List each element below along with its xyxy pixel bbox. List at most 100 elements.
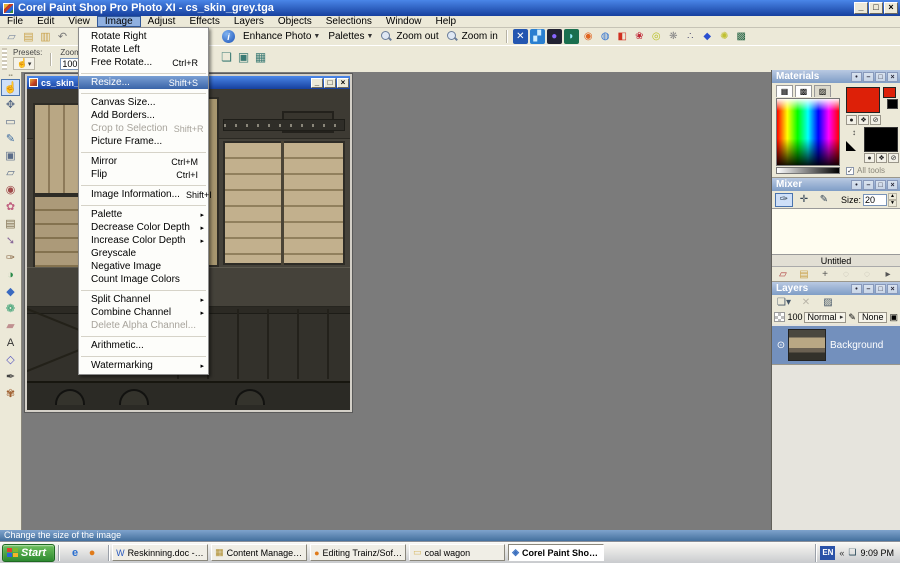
doc-minimize-button[interactable]: _ [311,78,323,88]
menu-image-information[interactable]: Image Information... Shift+I [79,188,208,201]
menubar-window[interactable]: Window [379,16,429,27]
quick-launch-firefox[interactable]: ● [85,546,99,560]
edit-selection-icon[interactable]: ▨ [821,296,835,309]
paint-brush-tool[interactable]: ✑ [1,249,20,266]
menubar-file[interactable]: File [0,16,30,27]
spin-up-icon[interactable]: ▲ [888,193,897,200]
menu-free-rotate[interactable]: Free Rotate... Ctrl+R [79,56,208,69]
move-tool[interactable]: ✥ [1,96,20,113]
menu-flip[interactable]: Flip Ctrl+I [79,168,208,181]
transparent-style-button[interactable]: ⊘ [870,115,881,125]
transparent-style-button[interactable]: ⊘ [888,153,899,163]
mixer-more-icon[interactable]: ▸ [882,268,894,280]
effect-icon-9[interactable]: ◎ [649,29,664,44]
arrange-window-icon-3[interactable]: ▦ [253,49,268,64]
background-color-swatch[interactable] [864,127,898,152]
color-style-button[interactable]: ● [846,115,857,125]
doc-close-button[interactable]: × [337,78,349,88]
task-corel-psp[interactable]: ◈ Corel Paint Shop Pro ... [508,544,604,561]
selection-tool[interactable]: ▭ [1,113,20,130]
mixer-unmix-icon[interactable]: ◌ [840,268,852,280]
task-editing-trainz[interactable]: ● Editing Trainz/Software ... [310,544,406,561]
new-layer-icon[interactable]: ❏▾ [777,296,791,309]
menu-combine-channel[interactable]: Combine Channel ▸ [79,306,208,319]
menubar-effects[interactable]: Effects [182,16,226,27]
language-indicator[interactable]: EN [820,546,835,560]
quick-launch-ie[interactable]: e [68,546,82,560]
menu-arithmetic[interactable]: Arithmetic... [79,339,208,352]
palette-close-button[interactable]: × [887,284,898,294]
zoom-out-button[interactable]: Zoom out [377,30,442,43]
eraser-tool[interactable]: ▰ [1,317,20,334]
effect-icon-1[interactable]: ✕ [513,29,528,44]
color-changer-tool[interactable]: ◑ [1,266,20,283]
lock-icon[interactable]: ▣ [889,312,898,323]
start-button[interactable]: Start [2,544,55,562]
mixer-add-icon[interactable]: + [819,268,831,280]
menu-greyscale[interactable]: Greyscale [79,247,208,260]
doc-restore-button[interactable]: □ [324,78,336,88]
mixer-knife-tool[interactable]: ✛ [795,193,813,207]
menu-palette[interactable]: Palette ▸ [79,208,208,221]
menu-canvas-size[interactable]: Canvas Size... [79,96,208,109]
menu-split-channel[interactable]: Split Channel ▸ [79,293,208,306]
palette-grip[interactable] [2,48,7,70]
delete-layer-icon[interactable]: ✕ [799,296,813,309]
menu-watermarking[interactable]: Watermarking ▸ [79,359,208,372]
presets-dropdown[interactable]: ☝ ▾ [13,57,35,70]
swap-colors-icon[interactable]: ↕ [852,128,856,137]
menu-resize[interactable]: Resize... Shift+S [79,76,208,89]
menubar-view[interactable]: View [61,16,97,27]
palette-minimize-button[interactable]: – [863,180,874,190]
picture-tube-tool[interactable]: ❁ [1,300,20,317]
menubar-image[interactable]: Image [97,16,141,27]
menu-count-image-colors[interactable]: Count Image Colors [79,273,208,286]
palette-maximize-button[interactable]: □ [875,180,886,190]
menu-add-borders[interactable]: Add Borders... [79,109,208,122]
pan-tool[interactable]: ☝ [1,79,20,96]
mixer-new-page-icon[interactable]: ▱ [777,268,789,280]
menu-crop-to-selection[interactable]: Crop to Selection Shift+R [79,122,208,135]
mixer-open-icon[interactable]: ▤ [798,268,810,280]
new-file-icon[interactable]: ▱ [4,29,19,44]
menu-mirror[interactable]: Mirror Ctrl+M [79,155,208,168]
mixer-dropper-tool[interactable]: ✎ [815,193,833,207]
gradient-style-button[interactable]: ❖ [858,115,869,125]
effect-icon-8[interactable]: ❀ [632,29,647,44]
dropper-tool[interactable]: ✎ [1,130,20,147]
palette-maximize-button[interactable]: □ [875,284,886,294]
mixer-size-input[interactable] [863,194,887,206]
palette-pin-button[interactable]: • [851,72,862,82]
mixer-remix-icon[interactable]: ◌ [861,268,873,280]
clone-brush-tool[interactable]: ▤ [1,215,20,232]
menubar-selections[interactable]: Selections [319,16,379,27]
warp-brush-tool[interactable]: ✾ [1,385,20,402]
effect-icon-13[interactable]: ✺ [717,29,732,44]
menu-rotate-right[interactable]: Rotate Right [79,30,208,43]
mixer-brush-tool[interactable]: ✑ [775,193,793,207]
close-button[interactable]: × [884,2,898,14]
effect-icon-2[interactable]: ▞ [530,29,545,44]
mixer-canvas[interactable] [772,208,900,255]
transparent-toggle[interactable] [846,141,856,151]
menu-increase-color-depth[interactable]: Increase Color Depth ▸ [79,234,208,247]
link-brush-icon[interactable]: ✎ [848,312,856,323]
open-file-icon[interactable]: ▤ [21,29,36,44]
menu-negative-image[interactable]: Negative Image [79,260,208,273]
effect-icon-7[interactable]: ◧ [615,29,630,44]
pen-tool[interactable]: ✒ [1,368,20,385]
materials-frame-tab[interactable]: ▦ [776,85,793,97]
menubar-adjust[interactable]: Adjust [141,16,183,27]
makeover-tool[interactable]: ✿ [1,198,20,215]
effect-icon-11[interactable]: ∴ [683,29,698,44]
palette-minimize-button[interactable]: – [863,284,874,294]
preset-shape-tool[interactable]: ◇ [1,351,20,368]
palette-maximize-button[interactable]: □ [875,72,886,82]
arrange-window-icon-2[interactable]: ▣ [236,49,251,64]
minimize-button[interactable]: _ [854,2,868,14]
effect-icon-12[interactable]: ◆ [700,29,715,44]
flood-fill-tool[interactable]: ◆ [1,283,20,300]
pick-tool[interactable]: ▱ [1,164,20,181]
materials-rainbow-tab[interactable]: ▩ [795,85,812,97]
task-coal-wagon[interactable]: ▭ coal wagon [409,544,505,561]
